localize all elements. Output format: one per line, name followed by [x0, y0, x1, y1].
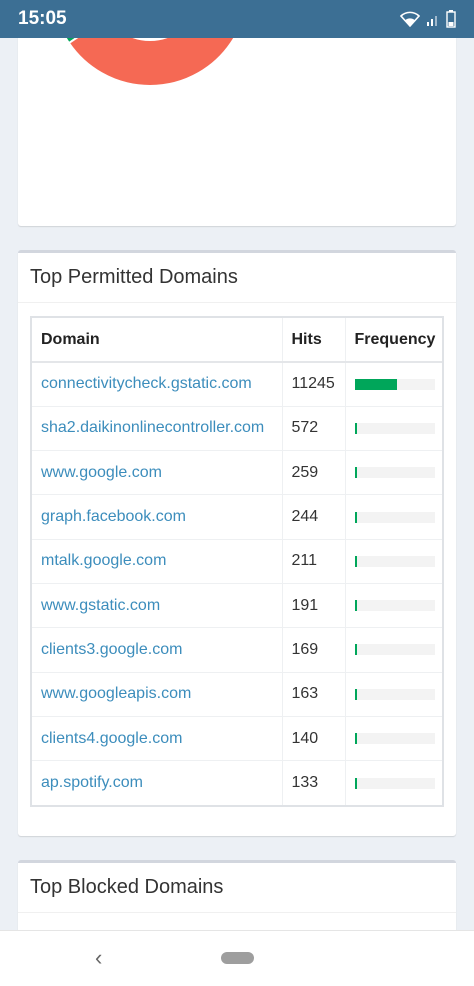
frequency-bar: [354, 733, 435, 745]
dashboard-content[interactable]: Top Permitted Domains Domain Hits Freque…: [0, 38, 474, 930]
domain-link[interactable]: connectivitycheck.gstatic.com: [41, 375, 252, 392]
frequency-bar: [354, 467, 435, 479]
frequency-bar-fill: [354, 644, 357, 656]
domain-link[interactable]: www.google.com: [41, 464, 162, 481]
domain-link[interactable]: www.gstatic.com: [41, 597, 160, 614]
top-blocked-domains-box: Top Blocked Domains: [18, 860, 456, 930]
wifi-icon: [400, 11, 420, 27]
frequency-bar-fill: [354, 600, 357, 612]
column-header-frequency: Frequency: [344, 318, 442, 363]
domain-link[interactable]: clients3.google.com: [41, 641, 182, 658]
table-row: clients3.google.com 169: [32, 627, 442, 673]
signal-icon: [427, 16, 437, 26]
table-row: www.gstatic.com 191: [32, 582, 442, 628]
hits-cell: 259: [281, 450, 345, 495]
status-time: 15:05: [18, 8, 67, 29]
table-row: graph.facebook.com 244: [32, 494, 442, 540]
frequency-bar: [354, 511, 435, 523]
queries-pie-chart: [64, 38, 236, 87]
top-permitted-domains-box: Top Permitted Domains Domain Hits Freque…: [18, 250, 456, 836]
permitted-domains-table: Domain Hits Frequency connectivitycheck.…: [30, 316, 444, 807]
frequency-bar-fill: [354, 733, 357, 745]
hits-cell: 169: [281, 627, 345, 673]
table-row: clients4.google.com 140: [32, 715, 442, 761]
domain-link[interactable]: clients4.google.com: [41, 730, 182, 747]
domain-link[interactable]: sha2.daikinonlinecontroller.com: [41, 419, 264, 436]
frequency-bar-fill: [354, 555, 357, 567]
home-pill-icon[interactable]: [221, 952, 254, 964]
hits-cell: 140: [281, 715, 345, 761]
domain-link[interactable]: www.googleapis.com: [41, 685, 191, 702]
status-icons: [400, 10, 456, 28]
table-row: ap.spotify.com 133: [32, 760, 442, 805]
column-header-hits: Hits: [281, 318, 345, 363]
table-row: www.googleapis.com 163: [32, 671, 442, 717]
frequency-bar-fill: [354, 378, 397, 390]
frequency-bar-fill: [354, 777, 357, 789]
table-header-row: Domain Hits Frequency: [32, 318, 442, 363]
hits-cell: 244: [281, 494, 345, 540]
queries-chart-box: [18, 38, 456, 226]
domain-link[interactable]: mtalk.google.com: [41, 552, 166, 569]
frequency-bar: [354, 688, 435, 700]
frequency-bar-fill: [354, 422, 357, 434]
table-row: sha2.daikinonlinecontroller.com 572: [32, 405, 442, 451]
table-row: connectivitycheck.gstatic.com 11245: [32, 362, 442, 407]
box-title: Top Permitted Domains: [18, 253, 456, 303]
frequency-bar-fill: [354, 511, 357, 523]
frequency-bar-fill: [354, 688, 357, 700]
frequency-bar: [354, 378, 435, 390]
hits-cell: 163: [281, 671, 345, 717]
table-row: mtalk.google.com 211: [32, 538, 442, 584]
hits-cell: 572: [281, 405, 345, 451]
hits-cell: 211: [281, 538, 345, 584]
navigation-bar: ‹: [0, 930, 474, 986]
hits-cell: 133: [281, 760, 345, 805]
chevron-left-icon[interactable]: ‹: [95, 945, 102, 971]
box-title: Top Blocked Domains: [18, 863, 456, 913]
domain-link[interactable]: graph.facebook.com: [41, 508, 186, 525]
pie-slice-permitted: [67, 38, 236, 87]
frequency-bar: [354, 555, 435, 567]
table-row: www.google.com 259: [32, 450, 442, 495]
frequency-bar: [354, 644, 435, 656]
frequency-bar: [354, 422, 435, 434]
hits-cell: 11245: [281, 362, 345, 407]
frequency-bar: [354, 600, 435, 612]
hits-cell: 191: [281, 582, 345, 628]
battery-icon: [446, 10, 456, 28]
status-bar: 15:05: [0, 0, 474, 38]
frequency-bar-fill: [354, 467, 357, 479]
domain-link[interactable]: ap.spotify.com: [41, 774, 143, 791]
frequency-bar: [354, 777, 435, 789]
column-header-domain: Domain: [32, 318, 282, 363]
